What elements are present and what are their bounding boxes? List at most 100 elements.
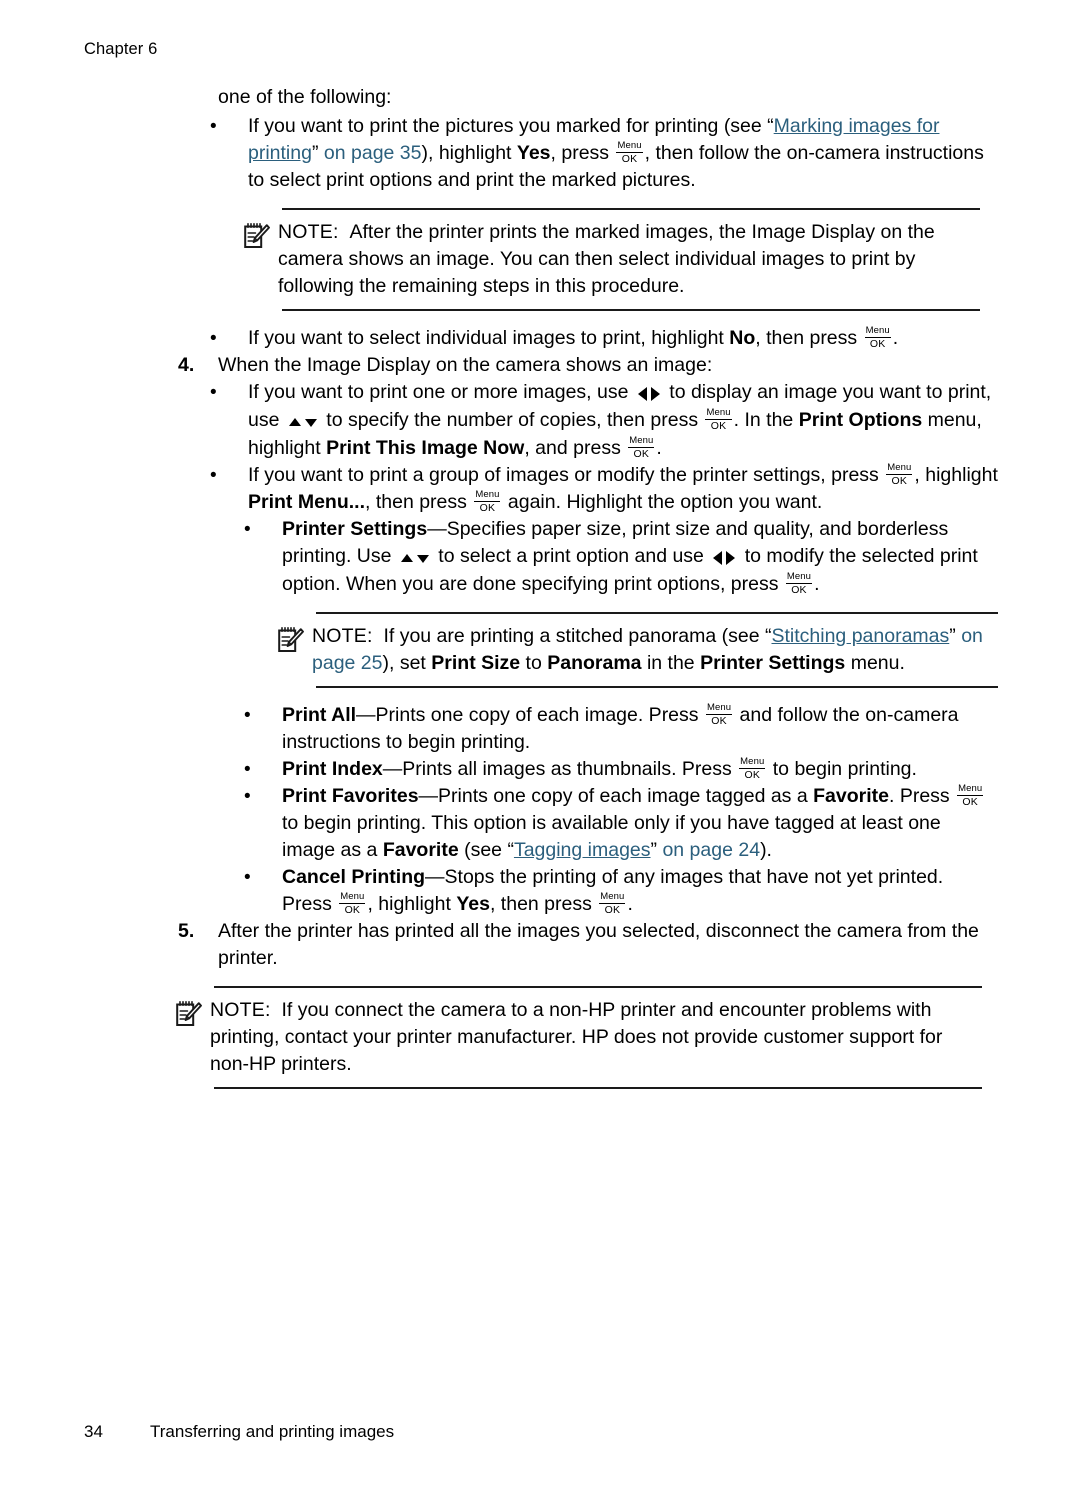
step-text: When the Image Display on the camera sho… [218, 354, 713, 376]
menu-key-top-label: Menu [705, 407, 732, 420]
menu-key-top-label: Menu [705, 702, 733, 715]
link-tagging-images[interactable]: Tagging images [514, 839, 651, 861]
bold-print-favorites: Print Favorites [282, 785, 419, 807]
bold-no: No [729, 327, 756, 349]
menu-ok-key-icon: Menu OK [628, 435, 655, 460]
menu-key-bottom-label: OK [791, 584, 807, 596]
seg-2: to begin printing. [767, 758, 917, 780]
bullet-text: If you want to print the pictures you ma… [248, 113, 998, 194]
seg-4: . [814, 573, 820, 595]
bullet-text: Cancel Printing—Stops the printing of an… [282, 864, 998, 918]
bullet-marker: • [244, 519, 251, 540]
menu-ok-key-icon: Menu OK [705, 702, 733, 727]
seg-3: , then press [489, 893, 598, 915]
up-down-arrows-icon [399, 544, 431, 571]
note-text: NOTE: If you are printing a stitched pan… [312, 623, 998, 677]
bold-printer-settings: Printer Settings [700, 652, 846, 674]
step-number: 5. [178, 920, 195, 942]
menu-key-top-label: Menu [339, 891, 366, 904]
sub-bullet-print-favorites: • Print Favorites—Prints one copy of eac… [244, 783, 998, 864]
note-label: NOTE: [210, 999, 271, 1021]
menu-ok-key-icon: Menu OK [705, 407, 732, 432]
bullet-marker: • [244, 705, 251, 726]
note-pad-pencil-icon [278, 626, 312, 658]
seg-5: ” [650, 839, 663, 861]
note-block-non-hp-printer: NOTE: If you connect the camera to a non… [176, 986, 982, 1089]
seg-4: . In the [733, 409, 799, 431]
note-text: NOTE: After the printer prints the marke… [278, 219, 980, 300]
menu-key-bottom-label: OK [962, 796, 978, 808]
note-label: NOTE: [312, 625, 373, 647]
seg-2: to select a print option and use [432, 545, 710, 567]
lead-in-label: one of the following: [218, 86, 392, 108]
note-label: NOTE: [278, 221, 339, 243]
menu-key-bottom-label: OK [479, 502, 496, 514]
bold-panorama: Panorama [547, 652, 642, 674]
link-stitching-panoramas[interactable]: Stitching panoramas [771, 625, 949, 647]
seg-6: ). [760, 839, 772, 861]
bullet-seg-1: If you want to print the pictures you ma… [248, 115, 774, 137]
step-4: 4. When the Image Display on the camera … [178, 352, 998, 379]
page-body: one of the following: • If you want to p… [0, 84, 1080, 1103]
menu-ok-key-icon: Menu OK [339, 891, 366, 916]
link-page-ref-24[interactable]: on page 24 [662, 839, 760, 861]
bullet-seg-1: If you want to select individual images … [248, 327, 730, 349]
lead-in-text: one of the following: [218, 84, 980, 111]
seg-1: —Prints one copy of each image. Press [356, 704, 704, 726]
bullet-print-one-or-more-images: • If you want to print one or more image… [210, 379, 998, 462]
menu-key-bottom-label: OK [710, 420, 727, 432]
note-pad-pencil-icon [244, 222, 278, 254]
bullet-text: Printer Settings—Specifies paper size, p… [282, 516, 998, 598]
bold-print-options: Print Options [798, 409, 923, 431]
seg-4: to [520, 652, 548, 674]
bullet-seg-5: . [892, 327, 899, 349]
menu-key-top-label: Menu [628, 435, 655, 448]
bullet-seg-5: ), highlight [421, 142, 517, 164]
note-block-printer-prints-marked: NOTE: After the printer prints the marke… [244, 208, 980, 311]
menu-key-top-label: Menu [886, 462, 913, 475]
menu-key-top-label: Menu [599, 891, 626, 904]
menu-ok-key-icon: Menu OK [957, 783, 984, 808]
bold-favorite-1: Favorite [813, 785, 889, 807]
menu-ok-key-icon: Menu OK [785, 571, 813, 596]
bullet-print-group-or-modify-settings: • If you want to print a group of images… [210, 462, 998, 516]
menu-key-bottom-label: OK [744, 769, 761, 781]
seg-6: menu. [845, 652, 905, 674]
bullet-print-marked-pictures: • If you want to print the pictures you … [210, 113, 998, 194]
sub-bullet-printer-settings: • Printer Settings—Specifies paper size,… [244, 516, 998, 598]
bullet-text: Print Favorites—Prints one copy of each … [282, 783, 998, 864]
note-bottom-rule [282, 309, 980, 311]
bold-favorite-2: Favorite [382, 839, 459, 861]
note-text: NOTE: If you connect the camera to a non… [210, 997, 982, 1078]
bullet-marker: • [210, 116, 217, 137]
sub-bullet-print-all: • Print All—Prints one copy of each imag… [244, 702, 998, 756]
seg-5: in the [641, 652, 701, 674]
step-5: 5. After the printer has printed all the… [178, 918, 998, 972]
note-bottom-rule [214, 1087, 982, 1089]
menu-key-bottom-label: OK [344, 904, 361, 916]
note-pad-pencil-icon [176, 1000, 210, 1032]
seg-4: . [627, 893, 633, 915]
seg-4: again. Highlight the option you want. [502, 491, 823, 513]
bullet-seg-3: ” [311, 142, 324, 164]
menu-key-bottom-label: OK [621, 153, 638, 165]
seg-2: . Press [888, 785, 956, 807]
seg-3: ), set [382, 652, 432, 674]
bullet-marker: • [210, 328, 217, 349]
bullet-seg-7: , press [550, 142, 615, 164]
up-down-arrows-icon [287, 408, 319, 435]
bullet-seg-3: , then press [755, 327, 863, 349]
seg-3: , then press [365, 491, 473, 513]
bold-yes: Yes [456, 893, 490, 915]
seg-4: (see “ [458, 839, 514, 861]
note-body: If you connect the camera to a non-HP pr… [210, 999, 943, 1075]
seg-1: —Prints one copy of each image tagged as… [418, 785, 814, 807]
document-page: Chapter 6 one of the following: • If you… [0, 0, 1080, 1495]
link-page-ref-35[interactable]: on page 35 [324, 142, 422, 164]
menu-key-top-label: Menu [785, 571, 813, 584]
seg-2: , highlight [914, 464, 998, 486]
seg-1: —Prints all images as thumbnails. Press [382, 758, 738, 780]
page-footer: 34 Transferring and printing images [84, 1422, 394, 1442]
bullet-text: Print All—Prints one copy of each image.… [282, 702, 998, 756]
bullet-text: If you want to print one or more images,… [248, 379, 998, 462]
